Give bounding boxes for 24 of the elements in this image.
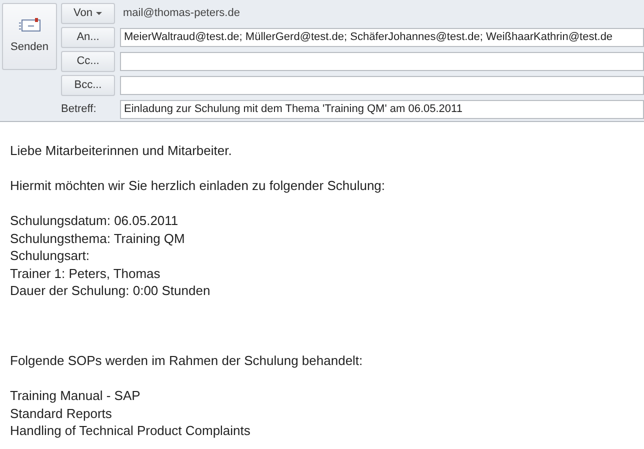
body-line: Trainer 1: Peters, Thomas <box>10 264 162 282</box>
body-line: Schulungsart: <box>10 247 90 264</box>
envelope-icon <box>18 17 40 34</box>
body-line: Folgende SOPs werden im Rahmen der Schulung behandelt: <box>10 352 364 370</box>
body-line: Schulungsthema: Training QM <box>10 230 186 247</box>
body-line: Liebe Mitarbeiterinnen und Mitarbeiter. <box>10 142 233 160</box>
body-line: Hiermit möchten wir Sie herzlich einladen zu folgender Schulung: <box>10 177 386 194</box>
subject-label: Betreff: <box>61 102 98 118</box>
input-field[interactable] <box>120 52 644 71</box>
body-line: Training Manual - SAP <box>10 387 142 404</box>
body-line: Handling of Technical Product Complaints <box>10 422 252 440</box>
address-button[interactable]: An... <box>61 27 115 48</box>
sender-address: mail@thomas-peters.de <box>123 6 240 22</box>
body-line: Dauer der Schulung: 0:00 Stunden <box>10 282 212 300</box>
body-line: Schulungsdatum: 06.05.2011 <box>10 212 180 230</box>
address-button[interactable]: Bcc... <box>61 75 115 96</box>
input-field[interactable] <box>120 76 644 95</box>
input-field[interactable]: MeierWaltraud@test.de; MüllerGerd@test.de; SchäferJohannes@test.de; WeißhaarKathrin@test.de <box>120 28 644 47</box>
body-line: Standard Reports <box>10 404 113 422</box>
address-button[interactable]: Von <box>61 3 115 24</box>
send-button[interactable]: Senden <box>2 3 57 70</box>
caret-icon <box>96 12 102 16</box>
address-button[interactable]: Cc... <box>61 51 115 72</box>
input-field[interactable]: Einladung zur Schulung mit dem Thema 'Training QM' am 06.05.2011 <box>120 100 644 119</box>
